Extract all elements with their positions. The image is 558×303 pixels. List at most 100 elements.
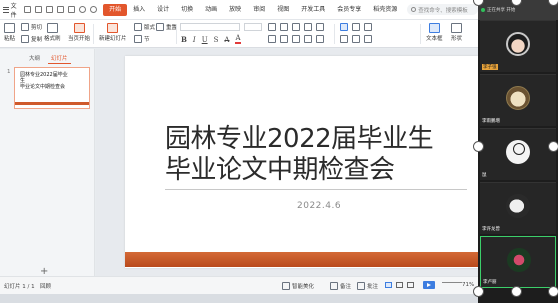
align-left-icon[interactable] bbox=[268, 35, 276, 43]
cut-button[interactable]: 剪切 bbox=[21, 23, 42, 31]
participant-name: 李卢丽 bbox=[483, 280, 497, 285]
section-button[interactable]: 节 bbox=[134, 35, 150, 43]
slideshow-button[interactable] bbox=[423, 281, 435, 289]
participant-name: 李许龙曾 bbox=[482, 227, 500, 232]
zoom-control[interactable] bbox=[442, 282, 462, 283]
font-family-select[interactable] bbox=[180, 23, 240, 31]
align-center-icon[interactable] bbox=[280, 35, 288, 43]
columns-group bbox=[340, 35, 372, 43]
comments-button[interactable]: 批注 bbox=[357, 282, 378, 290]
tab-animations[interactable]: 动画 bbox=[199, 4, 223, 16]
slide-title[interactable]: 园林专业2022届毕业生 毕业论文中期检查会 bbox=[165, 124, 434, 186]
video-panel-title: 正在共享 开始 bbox=[487, 8, 516, 13]
italic-icon[interactable]: I bbox=[193, 36, 196, 44]
play-from-current-button[interactable]: 当页开始 bbox=[68, 23, 90, 42]
command-search-box[interactable]: 查找命令、搜索模板 bbox=[407, 4, 478, 15]
participant-tile[interactable]: 李雨鹏增 bbox=[480, 74, 556, 126]
slide-footer-band bbox=[125, 252, 478, 267]
tab-slideshow[interactable]: 放映 bbox=[223, 4, 247, 16]
bullet-list-icon[interactable] bbox=[268, 23, 276, 31]
beautify-label: 智能美化 bbox=[292, 284, 315, 290]
line-spacing-icon[interactable] bbox=[316, 23, 324, 31]
text-fill-icon[interactable] bbox=[352, 35, 360, 43]
ribbon-divider bbox=[334, 24, 335, 44]
normal-view-icon[interactable] bbox=[385, 282, 392, 288]
slide-canvas: 园林专业2022届毕业生 毕业论文中期检查会 2022.4.6 bbox=[96, 49, 478, 276]
avatar bbox=[507, 248, 531, 272]
notes-button[interactable]: 备注 bbox=[330, 282, 351, 290]
tab-docer-resources[interactable]: 稻壳资源 bbox=[367, 4, 403, 16]
slide[interactable]: 园林专业2022届毕业生 毕业论文中期检查会 2022.4.6 bbox=[125, 56, 478, 268]
underline-icon[interactable]: U bbox=[202, 36, 208, 44]
resize-handle[interactable] bbox=[548, 286, 558, 297]
save-icon[interactable] bbox=[46, 6, 54, 13]
new-slide-button[interactable]: 新建幻灯片 bbox=[99, 23, 127, 42]
tab-member[interactable]: 会员专享 bbox=[331, 4, 367, 16]
tab-developer[interactable]: 开发工具 bbox=[295, 4, 331, 16]
participant-tile[interactable]: 鼠 bbox=[480, 128, 556, 180]
font-color-icon[interactable]: A bbox=[235, 35, 241, 44]
resize-handle[interactable] bbox=[473, 141, 484, 152]
zoom-level[interactable]: 71% bbox=[462, 282, 474, 288]
copy-button[interactable]: 复制 bbox=[21, 35, 42, 43]
slide-thumbnail[interactable]: 园林专业2022届毕业生 毕业论文中期检查会 bbox=[14, 67, 90, 109]
participant-tile[interactable]: 李许龙曾 bbox=[480, 182, 556, 234]
redo-icon[interactable] bbox=[90, 6, 98, 13]
text-format-group: B I U S A A bbox=[181, 35, 241, 44]
shape-button[interactable]: 形状 bbox=[451, 23, 462, 42]
file-menu-label: 文件 bbox=[10, 2, 17, 19]
tab-design[interactable]: 设计 bbox=[151, 4, 175, 16]
print-icon[interactable] bbox=[57, 6, 65, 13]
tab-view[interactable]: 视图 bbox=[271, 4, 295, 16]
resize-handle[interactable] bbox=[511, 286, 522, 297]
search-icon bbox=[411, 7, 417, 12]
convert-smartart-icon[interactable] bbox=[364, 23, 372, 31]
shadow-icon[interactable]: S bbox=[214, 36, 219, 44]
file-menu[interactable]: 文件 bbox=[0, 1, 24, 19]
new-file-icon[interactable] bbox=[24, 6, 32, 13]
indent-decrease-icon[interactable] bbox=[292, 23, 300, 31]
resize-handle[interactable] bbox=[548, 0, 558, 6]
resize-handle[interactable] bbox=[548, 141, 558, 152]
distribute-icon[interactable] bbox=[316, 35, 324, 43]
sharing-indicator-icon bbox=[481, 8, 485, 12]
slide-sorter-icon[interactable] bbox=[396, 282, 403, 288]
format-painter-button[interactable]: 格式刷 bbox=[44, 23, 61, 42]
layout-button[interactable]: 版式 bbox=[134, 23, 155, 31]
strikethrough-icon[interactable]: A bbox=[224, 36, 229, 44]
scissors-icon bbox=[21, 23, 29, 31]
comment-icon bbox=[357, 282, 365, 290]
numbered-list-icon[interactable] bbox=[280, 23, 288, 31]
print-preview-icon[interactable] bbox=[68, 6, 76, 13]
paste-button[interactable]: 粘贴 bbox=[4, 23, 15, 42]
ribbon-toolbar: 粘贴 剪切 复制 格式刷 当页开始 新建幻灯片 版式 节 重置 B I U S … bbox=[0, 20, 478, 48]
reading-view-icon[interactable] bbox=[407, 282, 414, 288]
participant-tile[interactable]: 李卢丽 bbox=[480, 236, 556, 288]
align-right-icon[interactable] bbox=[292, 35, 300, 43]
zoom-slider[interactable] bbox=[442, 282, 462, 283]
tab-home[interactable]: 开始 bbox=[103, 3, 128, 16]
font-size-select[interactable] bbox=[244, 23, 262, 31]
undo-icon[interactable] bbox=[79, 6, 87, 13]
text-direction-icon[interactable] bbox=[340, 23, 348, 31]
tab-transitions[interactable]: 切换 bbox=[175, 4, 199, 16]
participant-tile[interactable]: 李子强 bbox=[480, 20, 556, 72]
tab-slides[interactable]: 幻灯片 bbox=[48, 53, 71, 64]
text-effect-icon[interactable] bbox=[364, 35, 372, 43]
tab-outline[interactable]: 大纲 bbox=[26, 53, 43, 64]
resize-handle[interactable] bbox=[473, 286, 484, 297]
columns-icon[interactable] bbox=[340, 35, 348, 43]
indent-increase-icon[interactable] bbox=[304, 23, 312, 31]
slide-date[interactable]: 2022.4.6 bbox=[297, 201, 341, 211]
justify-icon[interactable] bbox=[304, 35, 312, 43]
align-text-icon[interactable] bbox=[352, 23, 360, 31]
tab-insert[interactable]: 插入 bbox=[127, 4, 151, 16]
bold-icon[interactable]: B bbox=[181, 35, 187, 44]
theme-name: 回顾 bbox=[40, 284, 52, 290]
open-folder-icon[interactable] bbox=[35, 6, 43, 13]
layout-icon bbox=[134, 23, 142, 31]
beautify-button[interactable]: 智能美化 bbox=[282, 282, 314, 290]
tab-review[interactable]: 审阅 bbox=[247, 4, 271, 16]
reset-button[interactable]: 重置 bbox=[156, 23, 177, 31]
textbox-button[interactable]: 文本框 bbox=[426, 23, 443, 42]
